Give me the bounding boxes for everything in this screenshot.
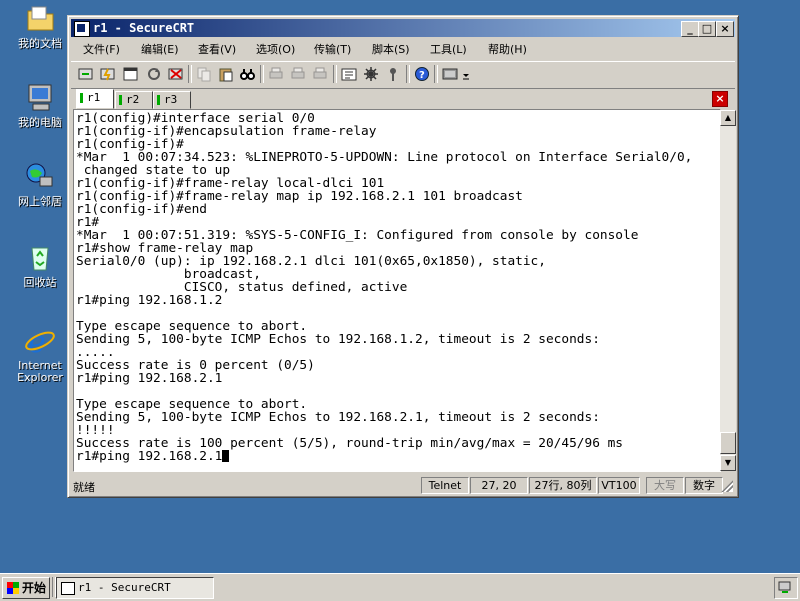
terminal-output[interactable]: r1(config)#interface serial 0/0 r1(confi… [73,109,721,472]
internet-explorer-icon: e [24,325,56,360]
desktop-icon-my-documents[interactable]: 我的文档 [8,3,72,50]
menu-edit[interactable]: 编辑(E) [141,41,179,57]
scroll-down-button[interactable]: ▼ [720,455,736,471]
title-bar[interactable]: r1 - SecureCRT _ □ × [71,19,735,37]
terminal-text: r1(config)#interface serial 0/0 r1(confi… [76,112,692,463]
print-icon[interactable] [267,66,285,82]
close-button[interactable]: × [716,21,734,37]
status-bar: 就绪 Telnet 27, 20 27行, 80列 VT100 大写 数字 [71,476,735,494]
connected-indicator [119,95,122,105]
desktop-icon-label: 网上邻居 [18,195,62,208]
disconnect-icon[interactable] [167,66,185,82]
menu-help[interactable]: 帮助(H) [488,41,527,57]
toolbar-separator [260,65,264,83]
global-options-icon[interactable] [362,66,380,82]
terminal-line: r1#ping 192.168.1.2 [76,293,223,308]
print-screen-icon[interactable] [311,66,329,82]
resize-grip-icon[interactable] [721,480,733,492]
menu-script[interactable]: 脚本(S) [372,41,410,57]
terminal-line: Sending 5, 100-byte ICMP Echos to 192.16… [76,410,600,425]
help-icon[interactable]: ? [413,66,431,82]
menu-bar: 文件(F) 编辑(E) 查看(V) 选项(O) 传输(T) 脚本(S) 工具(L… [71,39,735,57]
connected-indicator [80,93,83,103]
scroll-thumb[interactable] [720,432,736,454]
tab-label: r2 [126,93,140,106]
status-protocol: Telnet [421,477,469,494]
taskbar-button-label: r1 - SecureCRT [78,581,171,594]
text-cursor [222,450,230,462]
securecrt-task-icon [61,582,75,595]
status-num-lock: 数字 [685,477,723,494]
status-terminal-type: VT100 [598,477,640,494]
menu-transfer[interactable]: 传输(T) [314,41,351,57]
securecrt-window: r1 - SecureCRT _ □ × 文件(F) 编辑(E) 查看(V) 选… [67,15,739,498]
tab-label: r3 [164,93,178,106]
terminal-lines: r1(config)#interface serial 0/0 r1(confi… [76,111,692,451]
print-selection-icon[interactable] [289,66,307,82]
terminal-line: Sending 5, 100-byte ICMP Echos to 192.16… [76,332,600,347]
tab-r1[interactable]: r1 [76,89,114,109]
connect-icon[interactable] [77,66,95,82]
session-tabs: r1 r2 r3 × [71,89,735,109]
network-places-icon [24,161,56,193]
paste-icon[interactable] [217,66,235,82]
minimize-button[interactable]: _ [681,21,699,37]
desktop-icon-my-computer[interactable]: 我的电脑 [8,82,72,129]
toolbar-separator [434,65,438,83]
desktop-icon-label: Explorer [17,371,63,384]
connect-tab-icon[interactable] [122,66,140,82]
status-caps-lock: 大写 [646,477,684,494]
tab-r3[interactable]: r3 [153,91,191,109]
tab-label: r1 [87,91,101,104]
desktop-icon-label: 我的电脑 [18,116,62,129]
close-tab-icon[interactable]: × [712,91,728,107]
reconnect-icon[interactable] [145,66,163,82]
toolbar-separator [406,65,410,83]
toolbar: ? [71,61,735,89]
maximize-button[interactable]: □ [698,21,716,37]
terminal-current-line: r1#ping 192.168.2.1 [76,449,223,464]
system-tray[interactable] [774,577,798,599]
status-cursor-position: 27, 20 [470,477,528,494]
app-icon [74,21,90,37]
start-label: 开始 [22,581,47,595]
toolbar-separator [188,65,192,83]
desktop-icon-internet-explorer[interactable]: e Internet Explorer [8,325,72,384]
session-options-icon[interactable] [340,66,358,82]
menu-options[interactable]: 选项(O) [256,41,295,57]
menu-tools[interactable]: 工具(L) [430,41,467,57]
toolbar-overflow-icon[interactable] [461,66,471,82]
terminal-line: r1#ping 192.168.2.1 [76,371,223,386]
tray-network-icon[interactable] [775,578,795,596]
connected-indicator [157,95,160,105]
desktop-icon-label: 回收站 [23,276,57,289]
desktop-icon-recycle-bin[interactable]: 回收站 [8,242,72,289]
taskbar: 开始 r1 - SecureCRT [0,573,800,601]
keymap-icon[interactable] [384,66,402,82]
copy-icon[interactable] [195,66,213,82]
svg-text:?: ? [419,70,425,81]
screen-icon[interactable] [441,66,459,82]
desktop-icon-network-places[interactable]: 网上邻居 [8,161,72,208]
scroll-up-button[interactable]: ▲ [720,110,736,126]
window-title: r1 - SecureCRT [93,21,195,35]
desktop-icon-label: 我的文档 [18,37,62,50]
recycle-bin-icon [24,242,56,274]
find-icon[interactable] [239,66,257,82]
my-computer-icon [24,82,56,114]
taskbar-button-securecrt[interactable]: r1 - SecureCRT [56,577,214,599]
status-terminal-size: 27行, 80列 [529,477,597,494]
vertical-scrollbar[interactable]: ▲ ▼ [720,110,736,471]
quick-connect-icon[interactable] [99,66,117,82]
menu-view[interactable]: 查看(V) [198,41,236,57]
start-button[interactable]: 开始 [2,577,50,599]
tab-r2[interactable]: r2 [115,91,153,109]
my-documents-icon [24,3,56,35]
status-ready: 就绪 [73,481,95,494]
windows-logo-icon [7,582,19,594]
toolbar-separator [333,65,337,83]
menu-file[interactable]: 文件(F) [83,41,120,57]
